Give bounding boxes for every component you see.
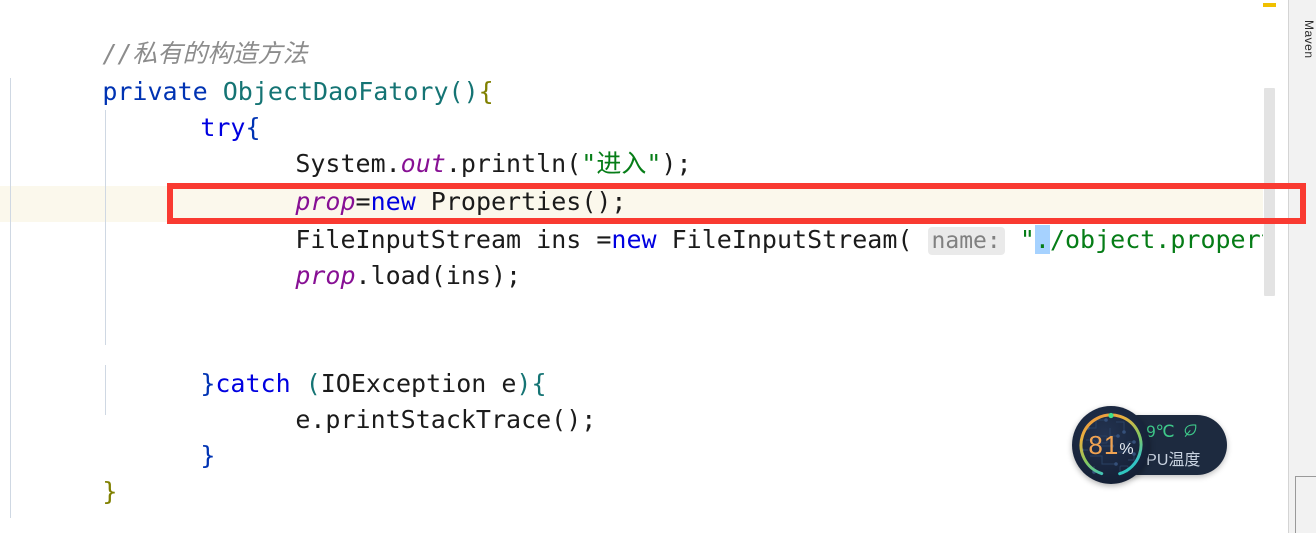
code-line-fileinputstream[interactable]: FileInputStream ins =new FileInputStream… [205,186,1276,255]
error-stripe-marker[interactable] [1263,3,1276,7]
code-line-try[interactable]: try{ [110,74,260,142]
code-line-prop-new[interactable]: prop=new Properties(); [205,148,626,216]
gauge-endpoint-dot [1108,412,1114,419]
indent-guide-level2 [105,110,106,345]
code-line-printstacktrace[interactable]: e.printStackTrace(); [205,366,596,434]
brace-open-method: { [478,77,494,106]
parameter-hint-name: name: [927,227,1005,255]
cpu-monitor-widget[interactable]: 69℃ CPU温度 81% [1072,406,1227,484]
vertical-scrollbar-thumb[interactable] [1264,88,1275,296]
panel-corner-fragment [1295,476,1316,533]
field-prop-2: prop [295,261,356,290]
cpu-usage-value: 81 [1088,430,1120,460]
quote-open: " [1019,225,1035,254]
indent-guide-level2b [105,365,106,415]
cpu-usage-readout: 81% [1072,430,1150,461]
vertical-scrollbar-track[interactable] [1263,0,1276,533]
code-line-prop-load[interactable]: prop.load(ins); [205,222,521,290]
code-line-println[interactable]: System.out.println("进入"); [205,110,691,178]
right-tool-window-bar: Maven [1288,0,1316,533]
code-line-catch[interactable]: }catch (IOException e){ [110,330,546,398]
tool-window-tab-maven[interactable]: Maven [1289,4,1316,74]
code-line-constructor[interactable]: private ObjectDaoFatory(){ [12,38,493,106]
selected-character[interactable]: . [1034,225,1050,254]
indent-guide-level1 [10,78,11,518]
code-line-close-catch[interactable]: } [110,402,215,470]
code-line-javadoc[interactable]: /** [12,502,147,533]
fis-variable: ins = [521,225,612,254]
leaf-icon [1183,423,1198,443]
cpu-usage-percent-symbol: % [1119,441,1134,458]
space-2 [912,225,927,254]
keyword-new-2: new [611,225,657,254]
cpu-usage-gauge: 81% [1072,406,1150,484]
code-line-close-method[interactable]: } [12,438,117,506]
paren-pair: () [448,77,479,106]
space-3 [1005,225,1020,254]
println-close: ); [661,149,692,178]
load-call: .load(ins); [355,261,522,290]
brace-close-catch: } [200,441,216,470]
fis-constructor-call: FileInputStream( [656,225,913,254]
code-line-comment[interactable]: //私有的构造方法 [12,0,307,68]
printstacktrace-call: e.printStackTrace(); [295,405,597,434]
path-text: /object.properties [1049,225,1276,254]
